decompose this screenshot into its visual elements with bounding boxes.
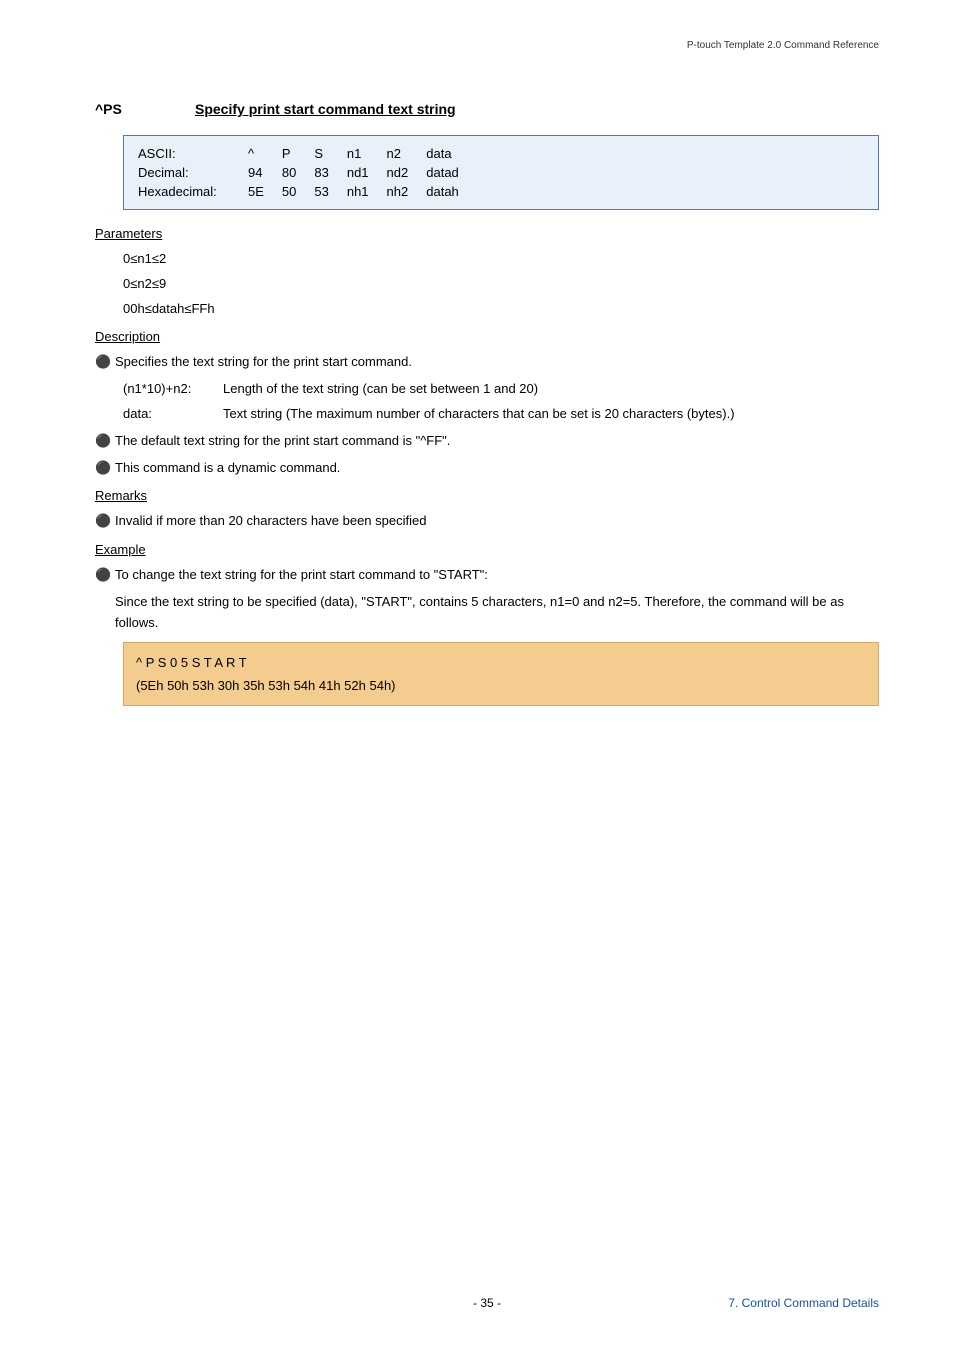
bullet-item: ⚫ Invalid if more than 20 characters hav… [95,511,879,532]
bullet-item: ⚫ Specifies the text string for the prin… [95,352,879,373]
description-heading: Description [95,329,879,344]
bullet-icon: ⚫ [95,458,115,479]
section-title: ^PSSpecify print start command text stri… [95,101,879,117]
page-number: - 35 - [95,1296,879,1310]
param-line: 00h≤datah≤FFh [123,299,879,320]
bullet-item: ⚫ To change the text string for the prin… [95,565,879,633]
parameters-heading: Parameters [95,226,879,241]
bullet-icon: ⚫ [95,352,115,373]
doc-header: P-touch Template 2.0 Command Reference [95,40,879,51]
remarks-heading: Remarks [95,488,879,503]
cmd-desc: Specify print start command text string [195,101,456,117]
example-code-block: ^ P S 0 5 S T A R T (5Eh 50h 53h 30h 35h… [123,642,879,707]
encoding-table: ASCII: ^ P S n1 n2 data Decimal: 94 80 8… [123,135,879,210]
example-para: Since the text string to be specified (d… [115,592,879,634]
definition-row: (n1*10)+n2: Length of the text string (c… [123,379,879,400]
example-heading: Example [95,542,879,557]
cmd-name: ^PS [95,101,195,117]
param-line: 0≤n1≤2 [123,249,879,270]
example-intro: To change the text string for the print … [115,565,879,586]
table-row: ASCII: ^ P S n1 n2 data [138,144,477,163]
table-row: Decimal: 94 80 83 nd1 nd2 datad [138,163,477,182]
bullet-item: ⚫ The default text string for the print … [95,431,879,452]
table-row: Hexadecimal: 5E 50 53 nh1 nh2 datah [138,182,477,201]
bullet-icon: ⚫ [95,565,115,633]
param-line: 0≤n2≤9 [123,274,879,295]
bullet-item: ⚫ This command is a dynamic command. [95,458,879,479]
code-line: ^ P S 0 5 S T A R T [136,651,866,674]
bullet-icon: ⚫ [95,511,115,532]
definition-row: data: Text string (The maximum number of… [123,404,879,425]
page-footer: - 35 - 7. Control Command Details [95,1296,879,1310]
bullet-icon: ⚫ [95,431,115,452]
code-line: (5Eh 50h 53h 30h 35h 53h 54h 41h 52h 54h… [136,674,866,697]
